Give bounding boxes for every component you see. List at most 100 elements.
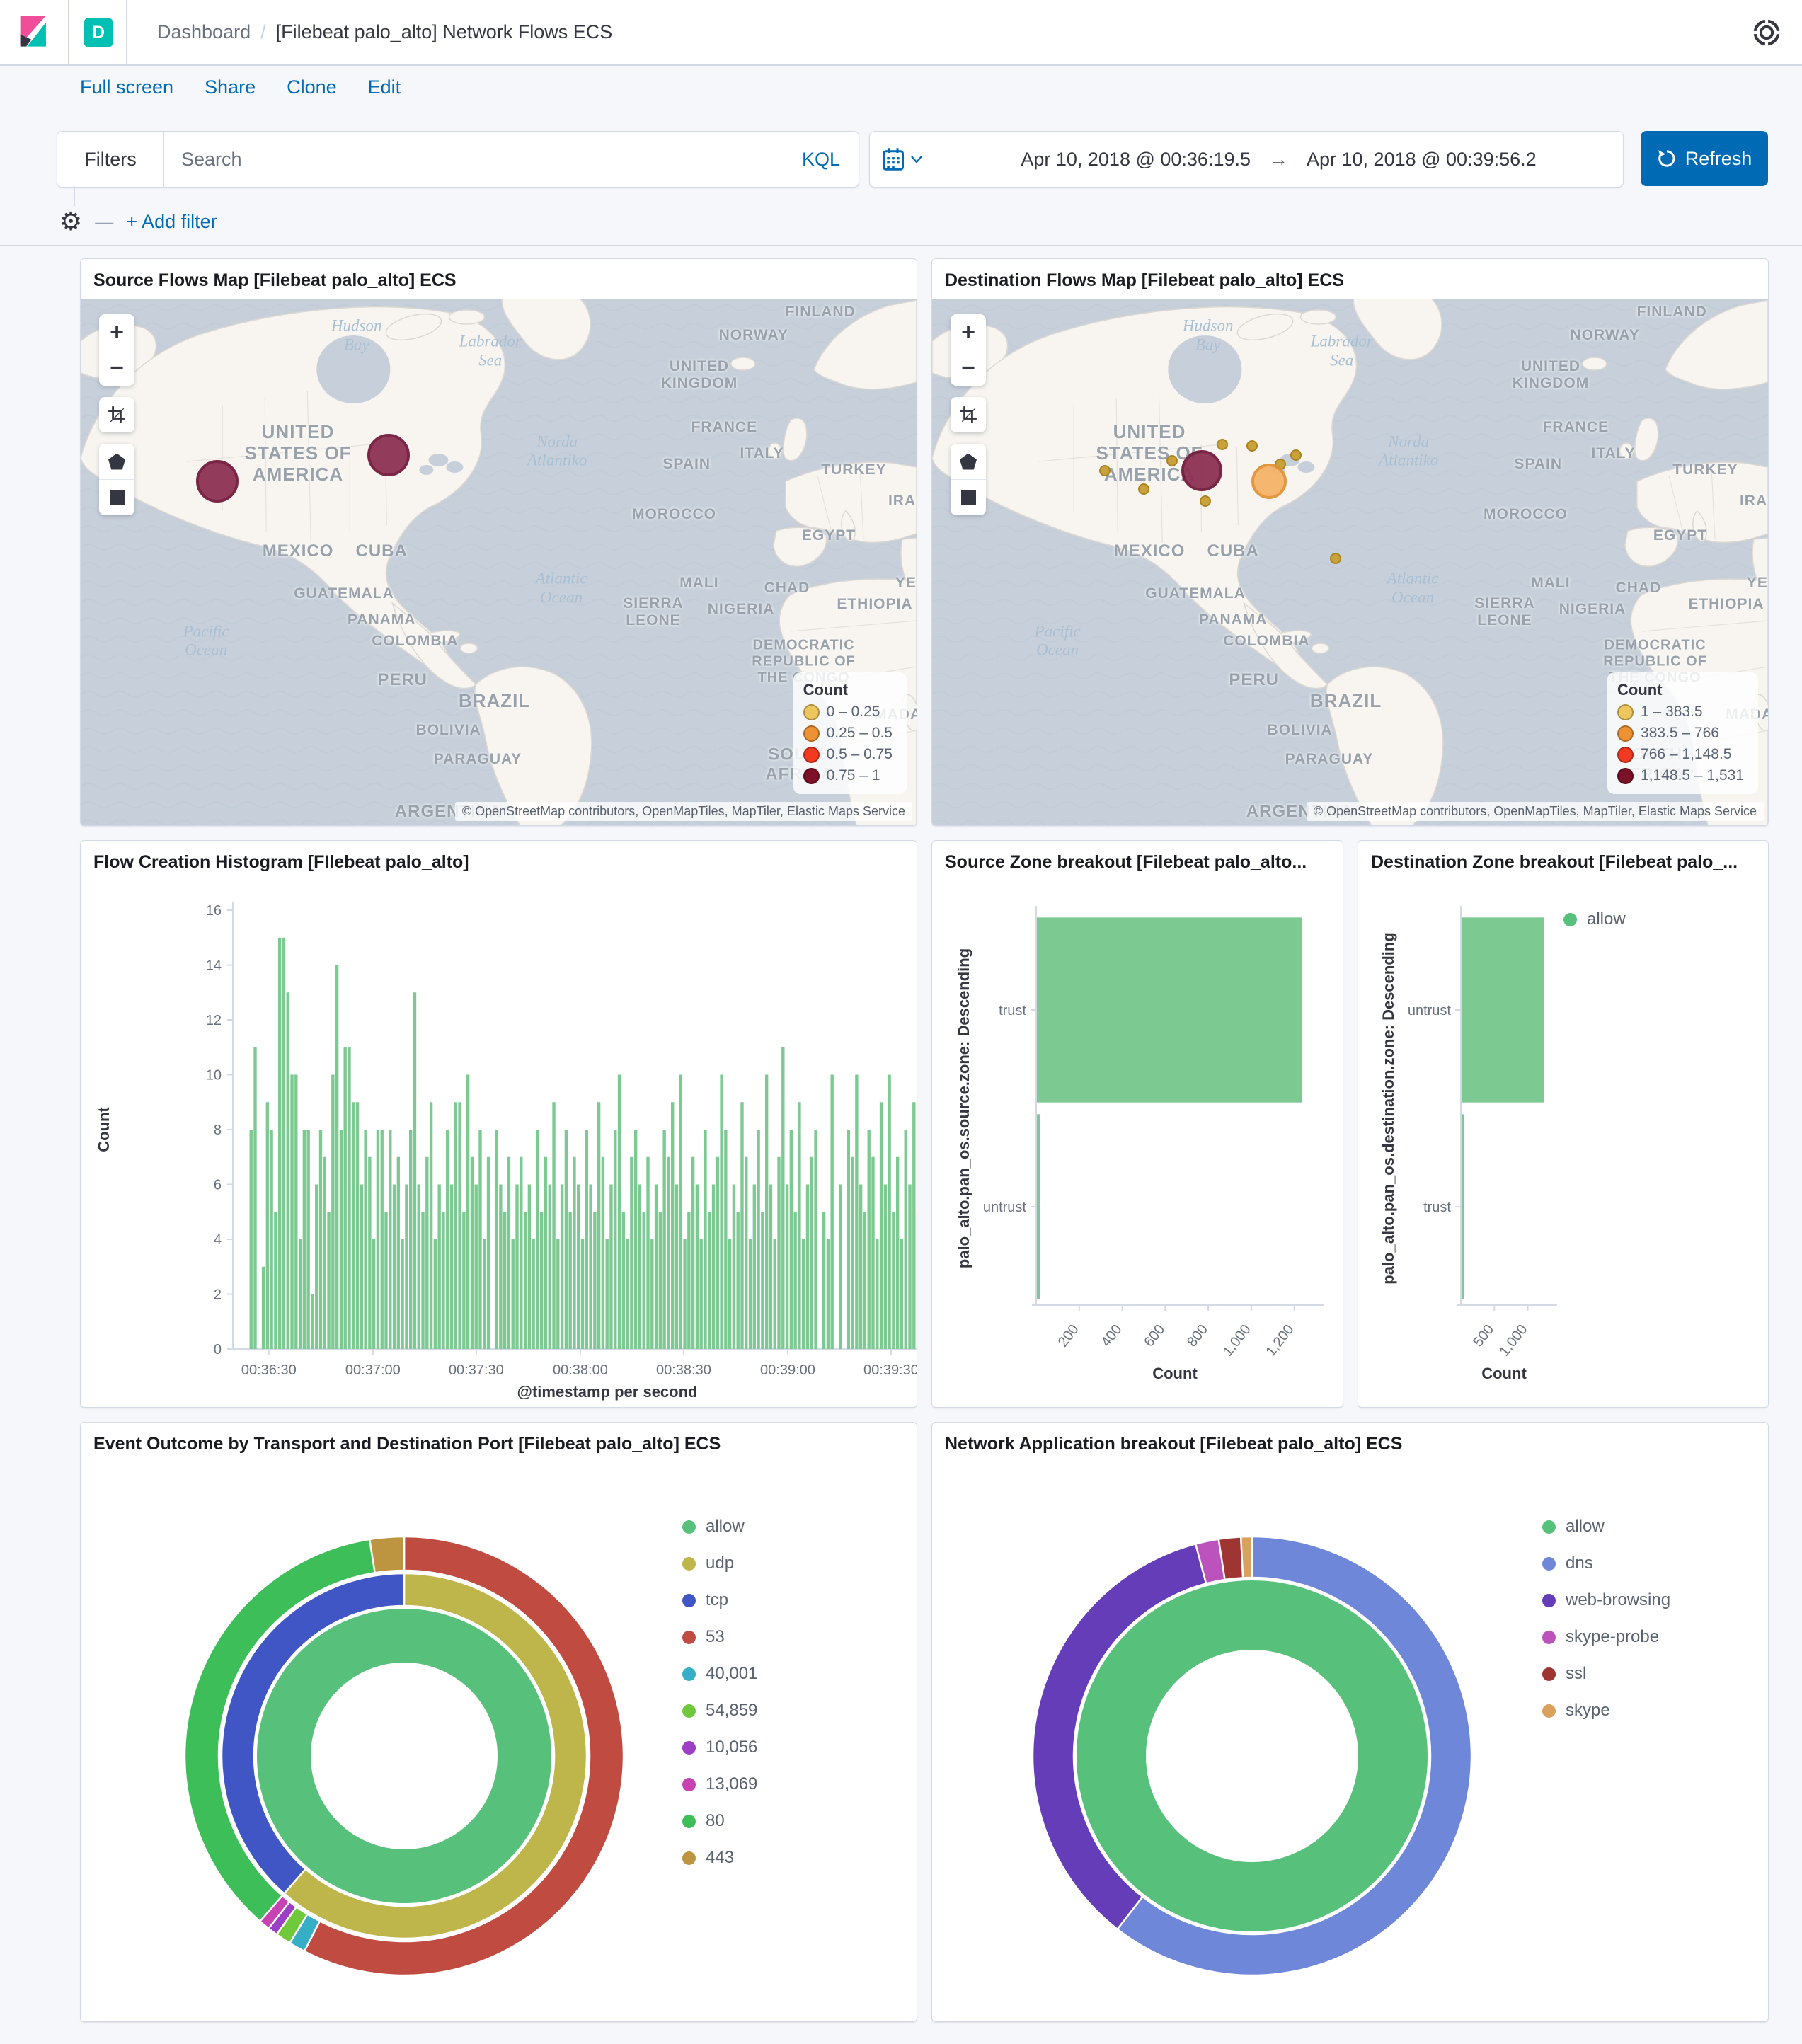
country-label: MEXICO — [1113, 541, 1186, 561]
country-label: EGYPT — [801, 527, 856, 544]
panel-title: Destination Flows Map [Filebeat palo_alt… — [945, 270, 1344, 290]
legend-swatch — [682, 1814, 696, 1828]
legend-item[interactable]: 54,859 — [682, 1697, 757, 1724]
svg-text:palo_alto.pan_os.source.zone:: palo_alto.pan_os.source.zone: Descending — [955, 948, 972, 1268]
share-button[interactable]: Share — [205, 76, 256, 98]
country-label: NORWAY — [718, 327, 788, 344]
country-label: CHAD — [764, 580, 810, 597]
calendar-button[interactable] — [870, 132, 934, 187]
zoom-out-button[interactable]: − — [99, 350, 134, 386]
svg-text:600: 600 — [1141, 1322, 1168, 1350]
dashboard-badge[interactable]: D — [84, 18, 113, 47]
country-label: NIGERIA — [707, 600, 775, 617]
country-label: BRAZIL — [458, 690, 531, 712]
water-label: Labrador Sea — [459, 332, 522, 369]
legend-item[interactable]: 53 — [682, 1624, 757, 1650]
country-label: GUATEMALA — [1145, 585, 1246, 602]
country-label: BOLIVIA — [415, 722, 481, 739]
map-legend-item: 1,148.5 – 1,531 — [1617, 767, 1744, 784]
event-outcome-donut — [183, 1535, 625, 1977]
legend-item[interactable]: skype — [1542, 1697, 1670, 1724]
flow-dot — [1246, 440, 1258, 452]
zoom-out-button[interactable]: − — [951, 350, 986, 386]
search-input[interactable] — [164, 148, 802, 171]
zoom-in-button[interactable]: + — [99, 314, 134, 350]
svg-text:4: 4 — [214, 1232, 222, 1248]
flow-histogram-panel: Flow Creation Histogram [FIlebeat palo_a… — [80, 840, 917, 1408]
breadcrumb-dashboard[interactable]: Dashboard — [157, 21, 251, 43]
legend-item[interactable]: allow — [1542, 1513, 1670, 1540]
country-label: BRAZIL — [1309, 690, 1382, 712]
polygon-draw-button[interactable] — [99, 444, 134, 479]
source-map[interactable]: + − Count 0 – 0.25 0.25 – 0.5 0.5 – 0.75 0.… — [81, 299, 917, 825]
date-range[interactable]: Apr 10, 2018 @ 00:36:19.5 → Apr 10, 2018… — [934, 149, 1623, 171]
country-label: CHAD — [1615, 580, 1662, 597]
country-label: YEM — [895, 574, 917, 591]
map-legend-label: 0.5 – 0.75 — [826, 746, 893, 762]
svg-text:12: 12 — [206, 1013, 222, 1028]
rectangle-draw-button[interactable] — [951, 479, 986, 515]
country-label: CUBA — [1207, 541, 1259, 561]
map-attribution: © OpenStreetMap contributors, OpenMapTil… — [454, 802, 912, 821]
filters-button[interactable]: Filters — [57, 132, 164, 187]
edit-button[interactable]: Edit — [368, 76, 401, 98]
svg-text:00:38:30: 00:38:30 — [656, 1362, 711, 1378]
crop-tool-button[interactable] — [951, 397, 986, 432]
legend-label: tcp — [706, 1590, 729, 1609]
polygon-draw-button[interactable] — [951, 444, 986, 479]
legend-item[interactable]: 443 — [682, 1844, 757, 1871]
zoom-in-button[interactable]: + — [951, 314, 986, 350]
legend-item[interactable]: 80 — [682, 1808, 757, 1835]
kibana-logo[interactable] — [20, 16, 48, 48]
legend-item[interactable]: 13,069 — [682, 1771, 757, 1798]
svg-text:1,200: 1,200 — [1263, 1322, 1297, 1360]
legend-label: 443 — [706, 1848, 735, 1867]
legend-item[interactable]: 10,056 — [682, 1734, 757, 1761]
legend-swatch — [682, 1851, 696, 1865]
country-label: IRAQ — [1739, 493, 1768, 510]
clone-button[interactable]: Clone — [287, 76, 337, 98]
legend-label: dns — [1566, 1554, 1593, 1573]
gear-icon[interactable]: ⚙ — [59, 209, 82, 234]
dashboard-toolbar: Full screen Share Clone Edit — [80, 76, 401, 98]
chart-legend: allow udp tcp 53 40,001 54,859 10,056 13,069 80 4… — [682, 1513, 757, 1871]
add-filter-button[interactable]: + Add filter — [126, 211, 217, 233]
map-legend-label: 766 – 1,148.5 — [1641, 746, 1732, 762]
legend-item[interactable]: skype-probe — [1542, 1624, 1670, 1650]
legend-item[interactable]: allow — [1563, 906, 1626, 933]
full-screen-button[interactable]: Full screen — [80, 76, 173, 98]
country-label: SPAIN — [662, 456, 711, 473]
country-label: SIERRA LEONE — [623, 595, 684, 628]
legend-label: 10,056 — [706, 1738, 758, 1757]
pentagon-icon — [108, 453, 125, 470]
legend-item[interactable]: tcp — [682, 1587, 757, 1614]
crop-tool-button[interactable] — [99, 397, 134, 432]
map-legend-label: 383.5 – 766 — [1641, 725, 1719, 741]
map-legend-item: 0.5 – 0.75 — [803, 746, 893, 763]
legend-label: allow — [706, 1517, 745, 1536]
country-label: COLOMBIA — [1223, 632, 1310, 649]
legend-item[interactable]: ssl — [1542, 1660, 1670, 1687]
legend-item[interactable]: allow — [682, 1513, 757, 1540]
kql-button[interactable]: KQL — [802, 149, 859, 171]
date-from[interactable]: Apr 10, 2018 @ 00:36:19.5 — [1021, 149, 1251, 171]
legend-item[interactable]: 40,001 — [682, 1660, 757, 1687]
destination-map[interactable]: + − Count 1 – 383.5 383.5 – 766 766 – 1,14… — [932, 299, 1768, 825]
legend-item[interactable]: web-browsing — [1542, 1587, 1670, 1614]
legend-item[interactable]: udp — [682, 1550, 757, 1577]
svg-text:2: 2 — [214, 1287, 222, 1303]
map-legend-swatch — [803, 704, 820, 720]
rectangle-draw-button[interactable] — [99, 479, 134, 515]
legend-swatch — [1542, 1630, 1556, 1644]
flow-dot — [1166, 455, 1178, 467]
help-icon[interactable] — [1752, 18, 1781, 47]
legend-swatch — [682, 1630, 696, 1644]
flow-bubble — [1181, 449, 1223, 491]
date-to[interactable]: Apr 10, 2018 @ 00:39:56.2 — [1307, 149, 1537, 171]
svg-text:trust: trust — [1423, 1200, 1451, 1215]
country-label: COLOMBIA — [372, 632, 459, 649]
network-application-panel: Network Application breakout [Filebeat p… — [931, 1422, 1769, 2022]
legend-item[interactable]: dns — [1542, 1550, 1670, 1577]
svg-text:Count: Count — [1481, 1365, 1527, 1382]
refresh-button[interactable]: Refresh — [1641, 131, 1768, 186]
